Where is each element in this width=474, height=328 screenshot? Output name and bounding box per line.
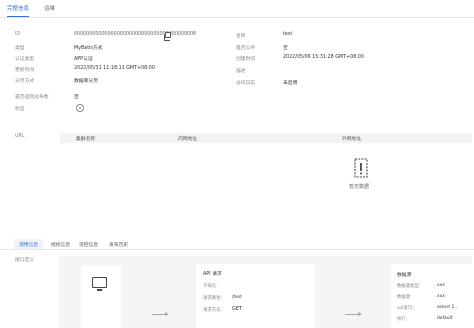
access-log-label: 访问日志 (236, 81, 256, 86)
ds-label: 数据源： (397, 295, 415, 300)
exec-value: default (437, 316, 453, 321)
created-label: 创建时间 (236, 57, 256, 62)
return-total-value: 否 (74, 95, 79, 100)
exec-label: 执行： (397, 317, 411, 322)
api-request-title: API 请求 (203, 272, 222, 277)
ds-type-label: 数据源类型： (397, 284, 424, 289)
public-label: 是否公开 (236, 46, 256, 51)
updated-label: 更新时间 (15, 68, 35, 73)
monitor-icon (92, 277, 107, 291)
paging-label: 分页方式 (15, 79, 35, 84)
ds-value: xxx (437, 294, 445, 299)
description-label: 描述 (236, 69, 246, 74)
auth-type-value: APP认证 (74, 57, 93, 62)
copy-icon[interactable] (163, 32, 171, 41)
api-detail-page: 完整信息 运维 ID 00000000000000000000000000000… (0, 0, 474, 328)
tab-flow-control[interactable]: 流控信息 (74, 239, 103, 249)
public-value: 否 (283, 46, 288, 51)
tab-auth-info[interactable]: 授权信息 (46, 239, 75, 249)
tab-publish-history[interactable]: 发布历史 (104, 239, 133, 249)
updated-value: 2022/05/31 11:18:11 GMT+08:00 (74, 66, 155, 71)
empty-data-icon (354, 158, 368, 178)
request-method-label: 请求方法： (203, 308, 225, 313)
name-value: test (283, 32, 293, 37)
sql-label: sql语句： (397, 306, 417, 311)
created-value: 2022/05/06 15:31:28 GMT+08:00 (283, 55, 364, 60)
request-path-label: 请求路径： (203, 296, 225, 301)
col-cluster-name: 集群名称 (76, 137, 96, 142)
auth-type-label: 认证类型 (15, 57, 35, 62)
flow-arrow-1 (152, 312, 169, 316)
datasource-title: 数据源 (397, 273, 412, 278)
sql-value: select 1... (437, 305, 459, 310)
url-table-header: 集群名称 内网地址 外网地址 (60, 133, 472, 143)
name-label: 名称 (236, 34, 246, 39)
url-label: URL (15, 134, 25, 139)
type-label: 类型 (15, 46, 25, 51)
type-value: MyBatis方式 (74, 46, 103, 51)
ds-type-value: xxx (437, 283, 445, 288)
id-label: ID (15, 32, 21, 37)
flow-arrow-2 (345, 312, 362, 316)
tab-call-info[interactable]: 调用信息 (14, 239, 44, 249)
tags-label: 标签 (15, 107, 25, 112)
access-log-value: 未启用 (283, 81, 298, 86)
request-path-value: /test (232, 295, 242, 300)
tag-settings-icon[interactable] (76, 104, 84, 112)
client-card (81, 266, 121, 328)
api-request-card: API 请求 子域名： 请求路径： /test 请求方法： GET (196, 264, 314, 328)
tab-full-info[interactable]: 完整信息 (7, 4, 30, 17)
call-info-tabs: 调用信息 授权信息 流控信息 发布历史 (0, 238, 474, 250)
subdomain-label: 子域名： (203, 284, 221, 289)
request-method-value: GET (232, 306, 243, 312)
id-value: 0000000000000000000000000000000000000008 (74, 32, 197, 37)
col-external-address: 外网地址 (342, 137, 362, 142)
datasource-card: 数据源 数据源类型： xxx 数据源： xxx sql语句： select 1.… (391, 264, 474, 328)
detail-tabs: 完整信息 运维 (0, 0, 474, 18)
paging-value: 数据库分页 (74, 79, 98, 84)
return-total-label: 是否返回总条数 (15, 95, 49, 100)
col-internal-address: 内网地址 (178, 137, 198, 142)
url-table: 集群名称 内网地址 外网地址 (60, 133, 472, 221)
interface-def-label: 接口定义 (15, 258, 35, 263)
tab-ops[interactable]: 运维 (44, 4, 55, 12)
empty-data-text: 暂无数据 (349, 184, 370, 190)
